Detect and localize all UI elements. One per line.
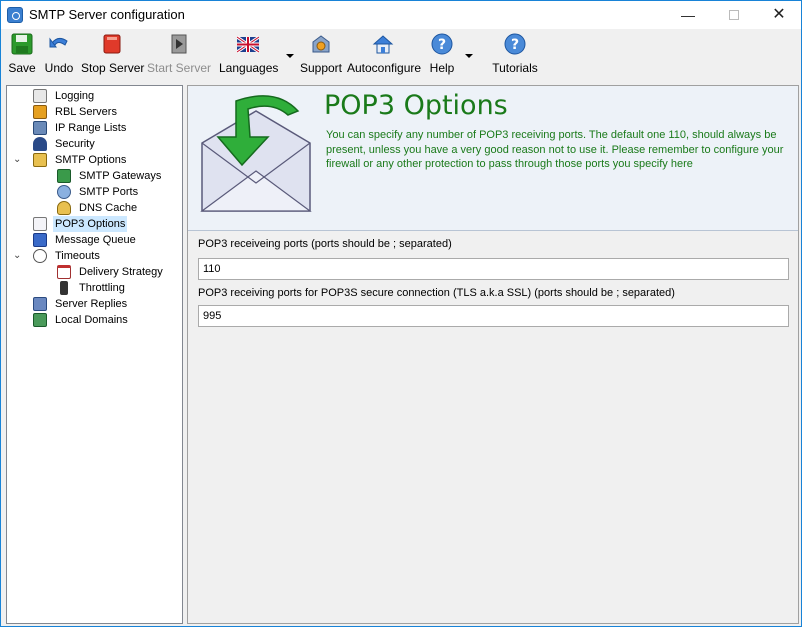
- clock-icon: [33, 249, 47, 263]
- log-icon: [33, 89, 47, 103]
- envelope-icon: [200, 95, 312, 212]
- stop-icon: [101, 33, 123, 55]
- svg-text:?: ?: [438, 37, 446, 53]
- rbl-icon: [33, 105, 47, 119]
- start-server-button: Start Server: [147, 33, 211, 75]
- autoconfigure-button[interactable]: Autoconfigure: [347, 33, 422, 75]
- ports-icon: [57, 185, 71, 199]
- help-label: Help: [429, 61, 455, 75]
- timeouts-expand-chevron-icon[interactable]: ⌄: [13, 251, 23, 261]
- undo-button[interactable]: Undo: [43, 33, 75, 75]
- tutorials-button[interactable]: ? Tutorials: [491, 33, 539, 75]
- gateway-icon: [57, 169, 71, 183]
- pop3s-ports-label: POP3 receiving ports for POP3S secure co…: [198, 287, 675, 299]
- tutorials-help-icon: ?: [504, 33, 526, 55]
- help-dropdown-arrow[interactable]: [465, 54, 473, 58]
- content-panel: POP3 Options You can specify any number …: [187, 85, 799, 624]
- traffic-light-icon: [60, 281, 68, 295]
- smtp-options-expand-chevron-icon[interactable]: ⌄: [13, 155, 23, 165]
- page-title: POP3 Options: [324, 90, 508, 121]
- window-title: SMTP Server configuration: [29, 7, 185, 22]
- main-window: SMTP Server configuration — ✕ Save Undo …: [0, 0, 802, 627]
- dns-icon: [57, 201, 71, 215]
- support-icon: [310, 33, 332, 55]
- ip-icon: [33, 121, 47, 135]
- start-icon: [168, 33, 190, 55]
- minimize-button[interactable]: —: [665, 1, 711, 29]
- maximize-icon: [729, 10, 739, 20]
- tutorials-label: Tutorials: [492, 61, 538, 75]
- calendar-icon: [57, 265, 71, 279]
- maximize-button[interactable]: [711, 1, 757, 29]
- undo-label: Undo: [44, 61, 74, 75]
- support-button[interactable]: Support: [299, 33, 343, 75]
- toolbar: Save Undo Stop Server Start Server Langu…: [1, 29, 801, 77]
- pop3-ports-input[interactable]: [198, 258, 789, 280]
- autoconfigure-label: Autoconfigure: [347, 61, 422, 75]
- help-button[interactable]: ? Help: [427, 33, 457, 75]
- help-icon: ?: [431, 33, 453, 55]
- pop3s-ports-input[interactable]: [198, 305, 789, 327]
- security-icon: [33, 137, 47, 151]
- start-server-label: Start Server: [147, 61, 212, 75]
- save-button[interactable]: Save: [7, 33, 37, 75]
- languages-button[interactable]: Languages: [219, 33, 279, 75]
- svg-text:?: ?: [511, 37, 519, 53]
- app-icon: [7, 7, 23, 23]
- undo-icon: [48, 33, 70, 55]
- support-label: Support: [299, 61, 343, 75]
- settings-tree[interactable]: Logging RBL Servers IP Range Lists Secur…: [6, 85, 183, 624]
- save-icon: [11, 33, 33, 55]
- server-icon: [33, 297, 47, 311]
- title-bar[interactable]: SMTP Server configuration — ✕: [1, 1, 801, 29]
- domains-icon: [33, 313, 47, 327]
- home-icon: [372, 33, 394, 55]
- languages-dropdown-arrow[interactable]: [286, 54, 294, 58]
- close-button[interactable]: ✕: [756, 1, 802, 29]
- stop-server-label: Stop Server: [81, 61, 145, 75]
- page-header: POP3 Options You can specify any number …: [188, 86, 798, 231]
- languages-label: Languages: [219, 61, 279, 75]
- save-label: Save: [8, 61, 36, 75]
- smtp-icon: [33, 153, 47, 167]
- pop3-icon: [33, 217, 47, 231]
- pop3-ports-label: POP3 receiveing ports (ports should be ;…: [198, 238, 452, 250]
- page-description: You can specify any number of POP3 recei…: [326, 129, 784, 170]
- stop-server-button[interactable]: Stop Server: [81, 33, 145, 75]
- queue-icon: [33, 233, 47, 247]
- uk-flag-icon: [236, 33, 260, 55]
